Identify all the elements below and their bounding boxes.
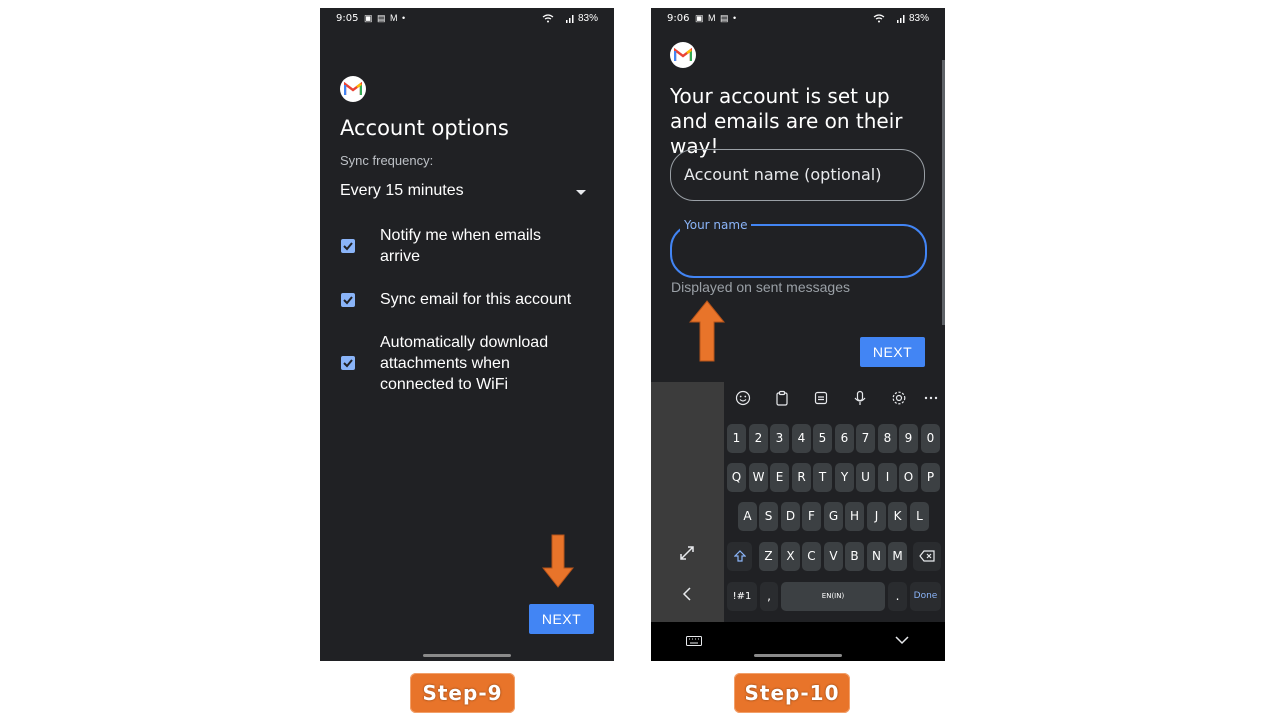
status-bar: 9:06 ▣ M ▤ • 83% xyxy=(651,12,945,26)
battery-level: 83% xyxy=(577,13,598,24)
symbols-key[interactable]: !#1 xyxy=(727,582,757,611)
comma-key[interactable]: , xyxy=(760,582,778,611)
back-chevron-icon[interactable] xyxy=(682,587,692,601)
key-d[interactable]: D xyxy=(781,502,800,531)
key-f[interactable]: F xyxy=(802,502,821,531)
account-name-placeholder: Account name (optional) xyxy=(684,165,882,184)
key-h[interactable]: H xyxy=(845,502,864,531)
key-i[interactable]: I xyxy=(878,463,897,492)
clipboard-icon[interactable] xyxy=(772,390,792,410)
shift-icon xyxy=(733,550,746,562)
key-3[interactable]: 3 xyxy=(770,424,789,453)
key-8[interactable]: 8 xyxy=(878,424,897,453)
home-indicator xyxy=(423,654,511,657)
emoji-icon[interactable] xyxy=(733,390,753,410)
sync-email-checkbox[interactable] xyxy=(341,293,355,307)
keyboard-keys: 1 2 3 4 5 6 7 8 9 0 Q W E R T Y U I O P … xyxy=(724,382,945,622)
notify-label: Notify me when emails arrive xyxy=(380,227,541,265)
key-t[interactable]: T xyxy=(813,463,832,492)
key-w[interactable]: W xyxy=(749,463,768,492)
key-0[interactable]: 0 xyxy=(921,424,940,453)
backspace-icon xyxy=(919,550,935,562)
your-name-label: Your name xyxy=(680,218,752,232)
scrollbar[interactable] xyxy=(942,60,945,325)
notification-icons: ▣ M ▤ • xyxy=(695,13,738,23)
status-time: 9:05 xyxy=(336,13,359,24)
key-6[interactable]: 6 xyxy=(835,424,854,453)
home-indicator xyxy=(754,654,842,657)
key-y[interactable]: Y xyxy=(835,463,854,492)
key-2[interactable]: 2 xyxy=(749,424,768,453)
mic-icon[interactable] xyxy=(850,390,870,410)
keyboard-switch-icon[interactable] xyxy=(686,636,702,646)
page-title: Account options xyxy=(340,116,509,140)
key-z[interactable]: Z xyxy=(759,542,778,571)
gmail-logo-icon xyxy=(340,76,366,102)
key-o[interactable]: O xyxy=(899,463,918,492)
download-attachments-label: Automatically download attachments when … xyxy=(380,334,549,393)
key-u[interactable]: U xyxy=(856,463,875,492)
hide-keyboard-chevron-icon[interactable] xyxy=(895,636,909,645)
download-attachments-checkbox[interactable] xyxy=(341,356,355,370)
expand-icon[interactable] xyxy=(679,545,695,561)
key-x[interactable]: X xyxy=(781,542,800,571)
dropdown-arrow-icon[interactable] xyxy=(576,190,586,195)
key-7[interactable]: 7 xyxy=(856,424,875,453)
key-e[interactable]: E xyxy=(770,463,789,492)
gmail-logo-icon xyxy=(670,42,696,68)
key-b[interactable]: B xyxy=(845,542,864,571)
status-time: 9:06 xyxy=(667,13,690,24)
key-s[interactable]: S xyxy=(759,502,778,531)
sync-email-label: Sync email for this account xyxy=(380,291,572,308)
key-g[interactable]: G xyxy=(824,502,843,531)
sync-frequency-select[interactable]: Every 15 minutes xyxy=(340,182,464,200)
your-name-input[interactable]: Your name xyxy=(670,218,927,278)
orange-up-arrow-icon xyxy=(689,300,725,362)
key-l[interactable]: L xyxy=(910,502,929,531)
step-9-badge: Step-9 xyxy=(410,673,515,713)
keyboard-side-panel xyxy=(651,382,724,622)
phone-screen-step9: 9:05 ▣ ▤ M • 83% Account options Sync fr… xyxy=(320,8,614,661)
notify-checkbox[interactable] xyxy=(341,239,355,253)
space-key[interactable]: EN(IN) xyxy=(781,582,885,611)
key-a[interactable]: A xyxy=(738,502,757,531)
signal-wifi-icons xyxy=(542,13,576,25)
period-key[interactable]: . xyxy=(888,582,907,611)
next-button[interactable]: NEXT xyxy=(529,604,594,634)
key-4[interactable]: 4 xyxy=(792,424,811,453)
battery-level: 83% xyxy=(908,13,929,24)
key-q[interactable]: Q xyxy=(727,463,746,492)
gear-icon[interactable] xyxy=(889,390,909,410)
signal-wifi-icons xyxy=(873,13,907,25)
sync-frequency-label: Sync frequency: xyxy=(340,153,434,168)
key-5[interactable]: 5 xyxy=(813,424,832,453)
helper-text: Displayed on sent messages xyxy=(671,279,850,295)
sticker-icon[interactable] xyxy=(811,390,831,410)
keyboard-nav-bar xyxy=(651,622,945,661)
key-v[interactable]: V xyxy=(824,542,843,571)
status-bar: 9:05 ▣ ▤ M • 83% xyxy=(320,12,614,26)
soft-keyboard: 1 2 3 4 5 6 7 8 9 0 Q W E R T Y U I O P … xyxy=(651,382,945,661)
key-9[interactable]: 9 xyxy=(899,424,918,453)
shift-key[interactable] xyxy=(727,542,752,571)
orange-down-arrow-icon xyxy=(542,534,574,588)
more-icon[interactable] xyxy=(921,390,941,410)
done-key[interactable]: Done xyxy=(910,582,941,611)
key-r[interactable]: R xyxy=(792,463,811,492)
key-n[interactable]: N xyxy=(867,542,886,571)
key-p[interactable]: P xyxy=(921,463,940,492)
step-10-badge: Step-10 xyxy=(734,673,850,713)
next-button[interactable]: NEXT xyxy=(860,337,925,367)
notification-icons: ▣ ▤ M • xyxy=(364,13,407,23)
backspace-key[interactable] xyxy=(913,542,941,571)
account-name-input[interactable]: Account name (optional) xyxy=(670,149,925,201)
key-c[interactable]: C xyxy=(802,542,821,571)
key-k[interactable]: K xyxy=(888,502,907,531)
key-j[interactable]: J xyxy=(867,502,886,531)
phone-screen-step10: 9:06 ▣ M ▤ • 83% Your account is set up … xyxy=(651,8,945,661)
page-title: Your account is set up and emails are on… xyxy=(670,84,903,158)
key-m[interactable]: M xyxy=(888,542,907,571)
key-1[interactable]: 1 xyxy=(727,424,746,453)
